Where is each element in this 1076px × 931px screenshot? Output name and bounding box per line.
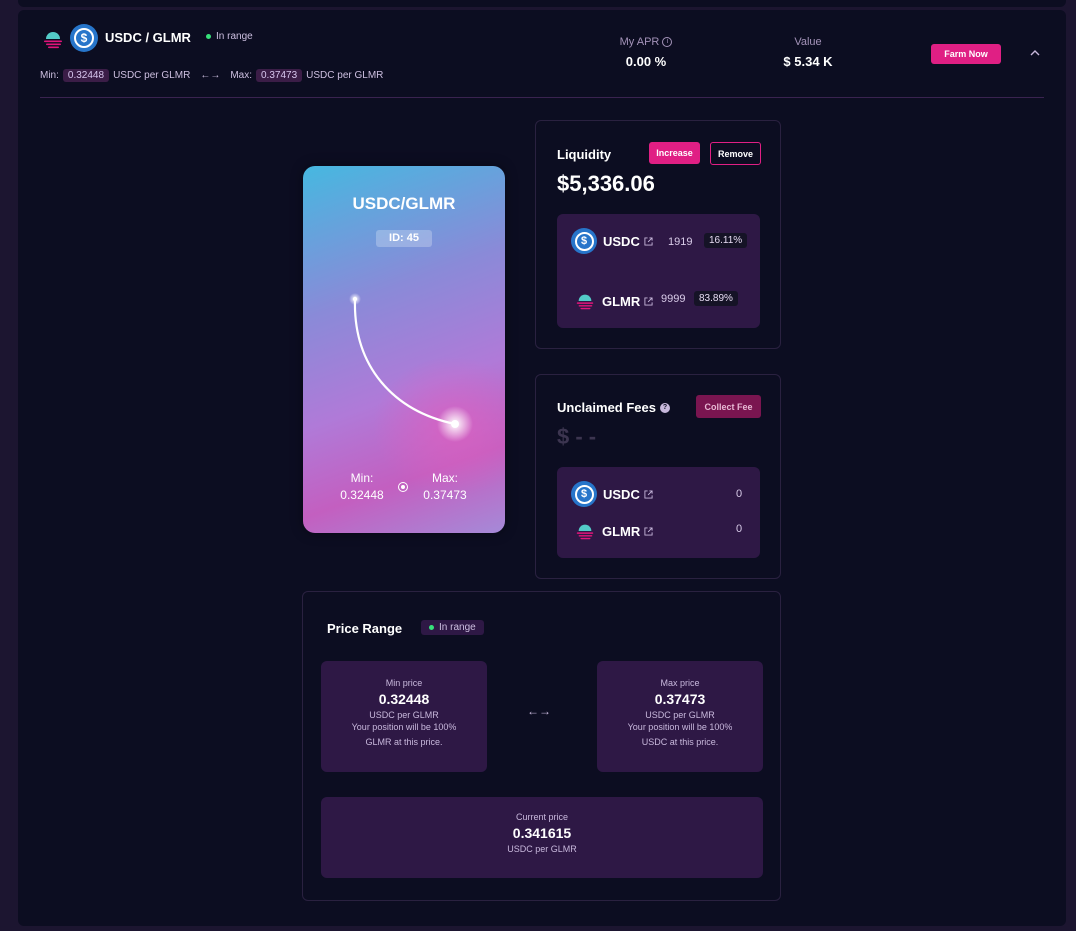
status-dot-icon: [429, 625, 434, 630]
current-price-unit: USDC per GLMR: [507, 844, 577, 854]
max-unit: USDC per GLMR: [306, 70, 384, 81]
position-nft-card: USDC/GLMR ID: 45 Min: 0.32448 Max: 0.374…: [303, 166, 505, 533]
glmr-logo-icon: [44, 32, 62, 49]
liquidity-title: Liquidity: [557, 147, 612, 162]
nft-max-label: Max:: [431, 471, 458, 485]
status-dot-icon: [206, 34, 211, 39]
value-amount: $ 5.34 K: [783, 54, 833, 69]
external-link-icon[interactable]: [644, 526, 653, 536]
token-share-badge: 83.89%: [694, 291, 738, 306]
liquidity-box: Liquidity Increase Remove $5,336.06 $ US…: [535, 120, 781, 349]
apr-value: 0.00 %: [625, 54, 667, 69]
min-value-chip: 0.32448: [62, 69, 110, 82]
min-price-card: Min price 0.32448 USDC per GLMR Your pos…: [321, 661, 487, 772]
usdc-logo-icon: $: [70, 24, 98, 52]
farm-now-button[interactable]: Farm Now: [931, 44, 1001, 64]
range-summary: Min: 0.32448 USDC per GLMR ←→ Max: 0.374…: [40, 69, 383, 82]
min-unit: USDC per GLMR: [113, 70, 191, 81]
list-item: $ USDC: [571, 228, 653, 254]
external-link-icon[interactable]: [644, 236, 653, 246]
nft-max-value: 0.37473: [423, 488, 467, 502]
token-share-badge: 16.11%: [704, 233, 748, 248]
nft-max: Max: 0.37473: [410, 471, 480, 502]
position-header[interactable]: $ USDC / GLMR In range Min: 0.32448 USDC…: [18, 10, 1066, 98]
max-label: Max:: [230, 70, 252, 81]
usdc-logo-icon: $: [571, 481, 597, 507]
max-value-chip: 0.37473: [255, 69, 303, 82]
min-price-value: 0.32448: [378, 691, 430, 707]
token-amount: 0: [736, 488, 743, 500]
external-link-icon[interactable]: [644, 489, 653, 499]
liquidity-total: $5,336.06: [557, 171, 655, 196]
collect-fee-button[interactable]: Collect Fee: [696, 395, 761, 418]
apr-label: My APR: [619, 36, 660, 48]
min-price-unit: USDC per GLMR: [369, 710, 439, 720]
range-status-label: In range: [439, 622, 476, 633]
list-item: GLMR: [575, 291, 653, 311]
price-range-title: Price Range: [327, 621, 403, 636]
token-symbol: USDC: [603, 233, 640, 249]
range-status-badge: In range: [421, 620, 484, 635]
glmr-logo-icon: [576, 294, 594, 310]
previous-position-panel-edge: [18, 0, 1066, 7]
value-stat: Value $ 5.34 K: [773, 36, 843, 69]
current-price-card: Current price 0.341615 USDC per GLMR: [321, 797, 763, 878]
pair-title: USDC / GLMR: [105, 30, 191, 45]
min-price-label: Min price: [385, 678, 423, 688]
nft-min-value: 0.32448: [340, 488, 384, 502]
current-price-value: 0.341615: [512, 825, 572, 841]
nft-id-badge: ID: 45: [376, 230, 432, 247]
info-icon[interactable]: i: [662, 37, 673, 47]
glmr-logo-icon: [576, 524, 594, 540]
range-arrows-icon: ←→: [527, 704, 551, 718]
list-item: GLMR: [575, 521, 653, 541]
unclaimed-fees-box: Unclaimed Fees ? Collect Fee $ - - $ USD…: [535, 374, 781, 579]
min-label: Min:: [40, 70, 59, 81]
value-label: Value: [794, 36, 822, 48]
token-symbol: USDC: [603, 486, 640, 502]
liquidity-token-list: $ USDC 1919 16.11% GLMR 9999 83.89%: [557, 214, 760, 328]
target-icon: [398, 482, 408, 492]
external-link-icon[interactable]: [644, 296, 653, 306]
price-range-box: Price Range In range Min price 0.32448 U…: [302, 591, 781, 901]
min-price-note: Your position will be 100% GLMR at this …: [351, 722, 457, 747]
pair-icons: $: [42, 24, 98, 54]
max-price-label: Max price: [660, 678, 700, 688]
remove-button[interactable]: Remove: [710, 142, 761, 165]
fees-total: $ - -: [557, 424, 597, 449]
range-arrows-icon: ←→: [200, 70, 221, 81]
max-price-unit: USDC per GLMR: [645, 710, 715, 720]
nft-min: Min: 0.32448: [327, 471, 397, 502]
increase-button[interactable]: Increase: [649, 142, 700, 164]
token-symbol: GLMR: [602, 293, 641, 309]
position-panel: $ USDC / GLMR In range Min: 0.32448 USDC…: [18, 10, 1066, 926]
max-price-card: Max price 0.37473 USDC per GLMR Your pos…: [597, 661, 763, 772]
range-status-label: In range: [216, 31, 253, 42]
fees-token-list: $ USDC 0 GLMR 0: [557, 467, 760, 558]
token-amount: 1919: [668, 236, 693, 248]
fees-title-row: Unclaimed Fees ?: [557, 400, 670, 415]
nft-title: USDC/GLMR: [352, 194, 456, 213]
chevron-up-icon[interactable]: [1028, 46, 1042, 60]
max-price-value: 0.37473: [654, 691, 706, 707]
max-price-note: Your position will be 100% USDC at this …: [627, 722, 733, 747]
token-symbol: GLMR: [602, 523, 641, 539]
list-item: $ USDC: [571, 481, 653, 507]
nft-min-label: Min:: [350, 471, 374, 485]
usdc-logo-icon: $: [571, 228, 597, 254]
token-amount: 0: [736, 523, 743, 535]
help-icon[interactable]: ?: [660, 402, 670, 413]
current-price-label: Current price: [515, 812, 569, 822]
apr-stat: My APR i 0.00 %: [606, 36, 686, 69]
fees-title: Unclaimed Fees: [557, 400, 656, 415]
header-divider: [40, 97, 1044, 98]
range-status-badge: In range: [206, 31, 253, 42]
token-amount: 9999: [661, 293, 686, 305]
